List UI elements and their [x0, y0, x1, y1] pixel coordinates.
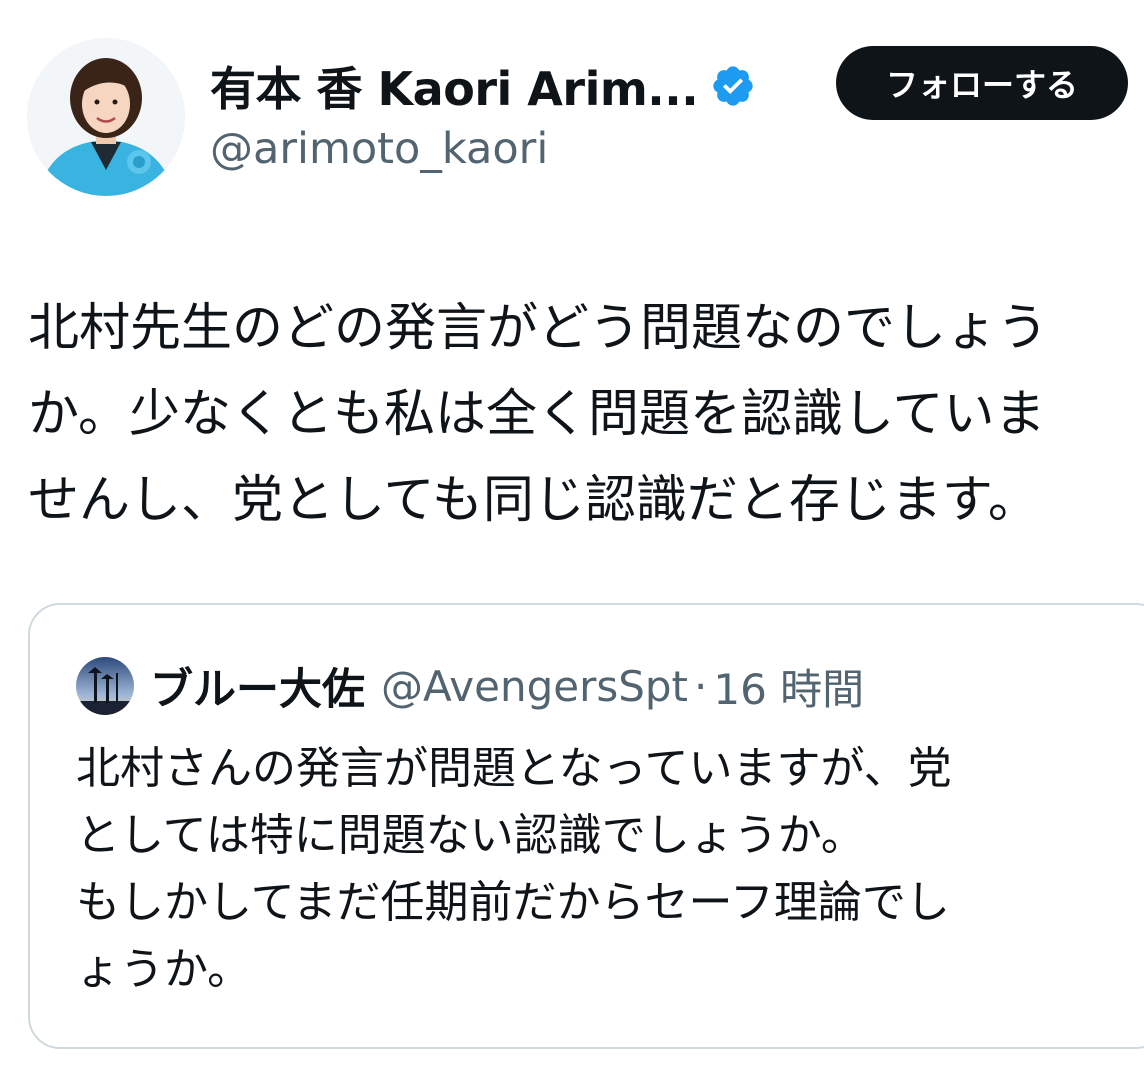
author-display-name[interactable]: 有本 香 Kaori Arim... — [210, 53, 699, 119]
quoted-text-line: ょうか。 — [76, 944, 252, 995]
quoted-tweet-text: 北村さんの発言が問題となっていますが、党 としては特に問題ない認識でしょうか。 … — [76, 735, 1136, 1003]
follow-button[interactable]: フォローする — [836, 46, 1128, 120]
quoted-text-line: 北村さんの発言が問題となっていますが、党 — [76, 743, 952, 794]
quoted-tweet-timestamp[interactable]: 16 時間 — [713, 656, 864, 717]
quoted-author-handle[interactable]: @AvengersSpt — [381, 662, 688, 711]
author-avatar[interactable] — [27, 38, 185, 196]
quoted-tweet-card[interactable]: ブルー大佐 @AvengersSpt · 16 時間 北村さんの発言が問題となっ… — [28, 603, 1144, 1049]
sunset-silhouette-icon — [76, 657, 134, 715]
tweet-text-line: 北村先生のどの発言がどう問題なのでしょう — [28, 299, 1049, 358]
quoted-text-line: としては特に問題ない認識でしょうか。 — [76, 810, 865, 861]
author-handle[interactable]: @arimoto_kaori — [210, 124, 548, 174]
tweet-text-line: か。少なくとも私は全く問題を認識していま — [28, 385, 1046, 444]
quoted-tweet-header: ブルー大佐 @AvengersSpt · 16 時間 — [76, 649, 864, 723]
tweet-text-line: せんし、党としても同じ認識だと存じます。 — [28, 471, 1039, 530]
verified-badge-icon[interactable] — [710, 63, 756, 109]
tweet-text: 北村先生のどの発言がどう問題なのでしょう か。少なくとも私は全く問題を認識してい… — [28, 286, 1144, 544]
profile-photo-icon — [27, 38, 185, 196]
author-name-row: 有本 香 Kaori Arim... — [210, 54, 756, 118]
quoted-author-name[interactable]: ブルー大佐 — [150, 655, 365, 717]
quoted-text-line: もしかしてまだ任期前だからセーフ理論でし — [76, 877, 950, 928]
quoted-author-avatar[interactable] — [76, 657, 134, 715]
dot-separator: · — [694, 661, 708, 711]
